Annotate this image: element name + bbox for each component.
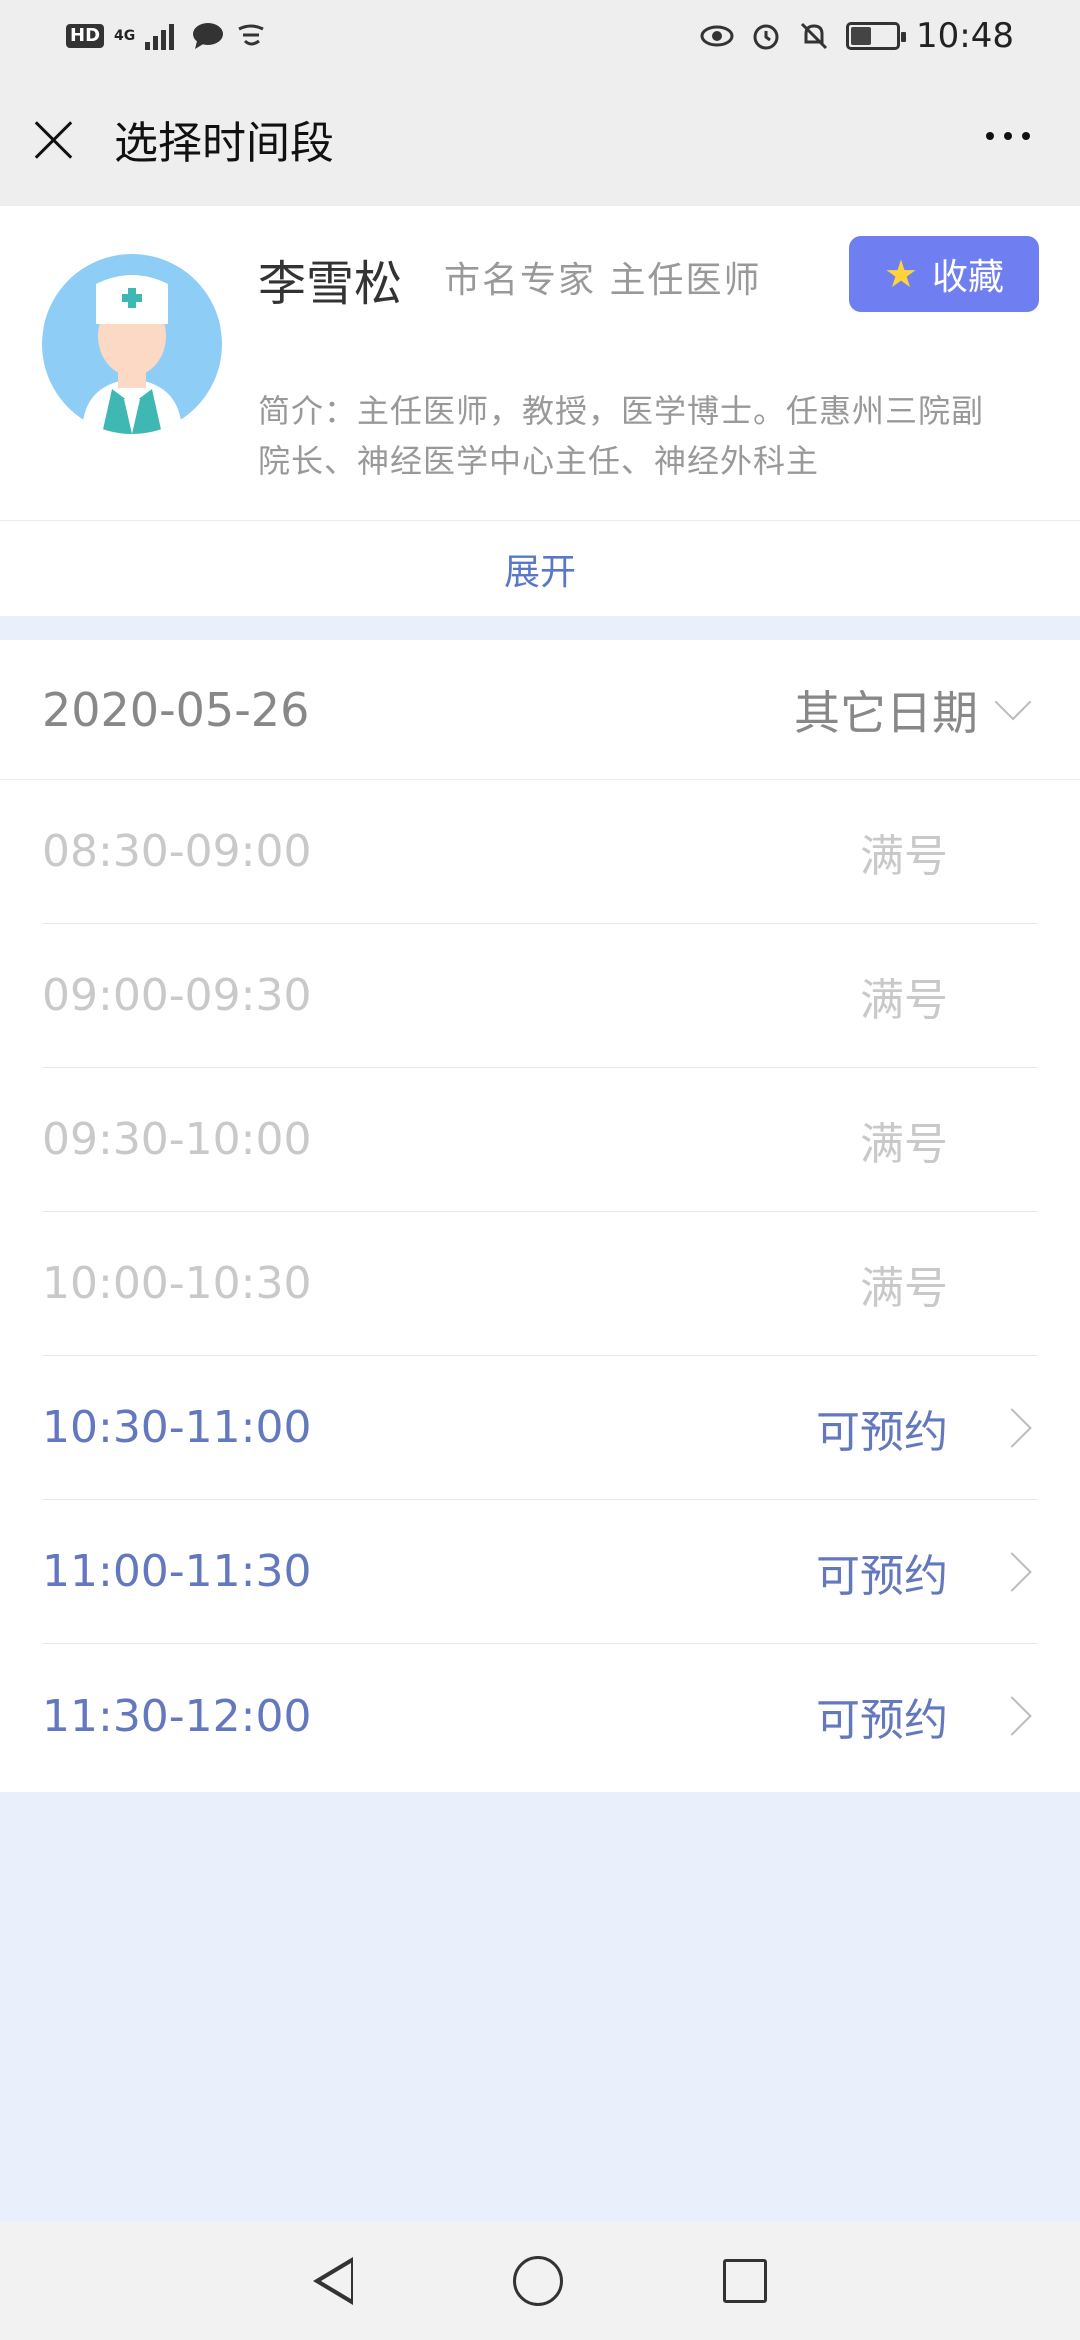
slot-status: 可预约 [816,1406,948,1458]
chevron-right-icon [992,1551,1032,1592]
chevron-down-icon [994,683,1032,720]
slot-status: 满号 [860,830,948,882]
eye-icon [700,25,734,47]
chat-icon [193,23,224,49]
favorite-button[interactable]: ★ 收藏 [849,236,1039,312]
slot-time: 11:00-11:30 [42,1546,312,1597]
nav-bar: 选择时间段 [0,72,1080,206]
slot-time: 10:00-10:30 [42,1258,312,1309]
battery-icon [846,22,907,50]
selected-date: 2020-05-26 [42,682,310,737]
time-slot: 09:30-10:00 满号 [42,1068,1038,1212]
chevron-right-icon [992,1696,1032,1736]
network-label: 4G [114,28,136,44]
clock: 10:48 [916,16,1014,56]
doctor-avatar [42,254,222,434]
status-bar: HD 4G 10:48 [0,0,1080,72]
slot-status: 可预约 [816,1550,948,1602]
slot-status: 满号 [860,1262,948,1314]
slot-time: 10:30-11:00 [42,1402,312,1453]
other-date-label: 其它日期 [794,685,978,740]
status-left: HD 4G [66,21,267,51]
date-row: 2020-05-26 其它日期 [0,640,1080,780]
close-icon[interactable] [32,117,76,161]
time-slot-available[interactable]: 11:00-11:30 可预约 [42,1500,1038,1644]
battery-fill [851,27,872,45]
more-icon[interactable] [986,132,1030,140]
time-slot: 09:00-09:30 满号 [42,924,1038,1068]
star-icon: ★ [883,252,919,296]
recents-icon[interactable] [723,2259,767,2303]
slot-status: 满号 [860,974,948,1026]
system-nav-bar [0,2222,1080,2340]
favorite-label: 收藏 [932,257,1005,298]
time-slot-available[interactable]: 10:30-11:00 可预约 [42,1356,1038,1500]
home-icon[interactable] [513,2256,563,2306]
slot-status: 满号 [860,1118,948,1170]
back-icon[interactable] [313,2257,353,2305]
slot-time: 08:30-09:00 [42,826,312,877]
page-title: 选择时间段 [114,118,334,169]
time-slot-available[interactable]: 11:30-12:00 可预约 [42,1644,1038,1788]
doctor-card: 市名专家 主任医师 李雪松 简介：主任医师，教授，医学博士。任惠州三院副院长、神… [0,206,1080,520]
mute-icon [800,22,828,50]
time-slot: 08:30-09:00 满号 [42,780,1038,924]
hd-badge: HD [66,24,105,48]
app-icon [238,24,264,46]
status-right: 10:48 [700,16,1014,56]
slot-time: 09:00-09:30 [42,970,312,1021]
doctor-name: 李雪松 [258,256,403,312]
slot-status: 可预约 [816,1695,948,1746]
expand-row: 展开 [0,520,1080,616]
doctor-intro: 简介：主任医师，教授，医学博士。任惠州三院副院长、神经医学中心主任、神经外科主 [258,392,985,480]
time-slot: 10:00-10:30 满号 [42,1212,1038,1356]
other-date-selector[interactable]: 其它日期 [794,677,1038,743]
chevron-right-icon [992,1407,1032,1448]
slot-time: 09:30-10:00 [42,1114,312,1165]
expand-link[interactable]: 展开 [504,543,576,595]
doctor-illustration [82,275,182,434]
signal-icon [145,24,175,50]
schedule-panel: 2020-05-26 其它日期 08:30-09:00 满号 09:00-09:… [0,640,1080,1792]
alarm-icon [753,24,779,50]
slot-time: 11:30-12:00 [42,1690,312,1742]
